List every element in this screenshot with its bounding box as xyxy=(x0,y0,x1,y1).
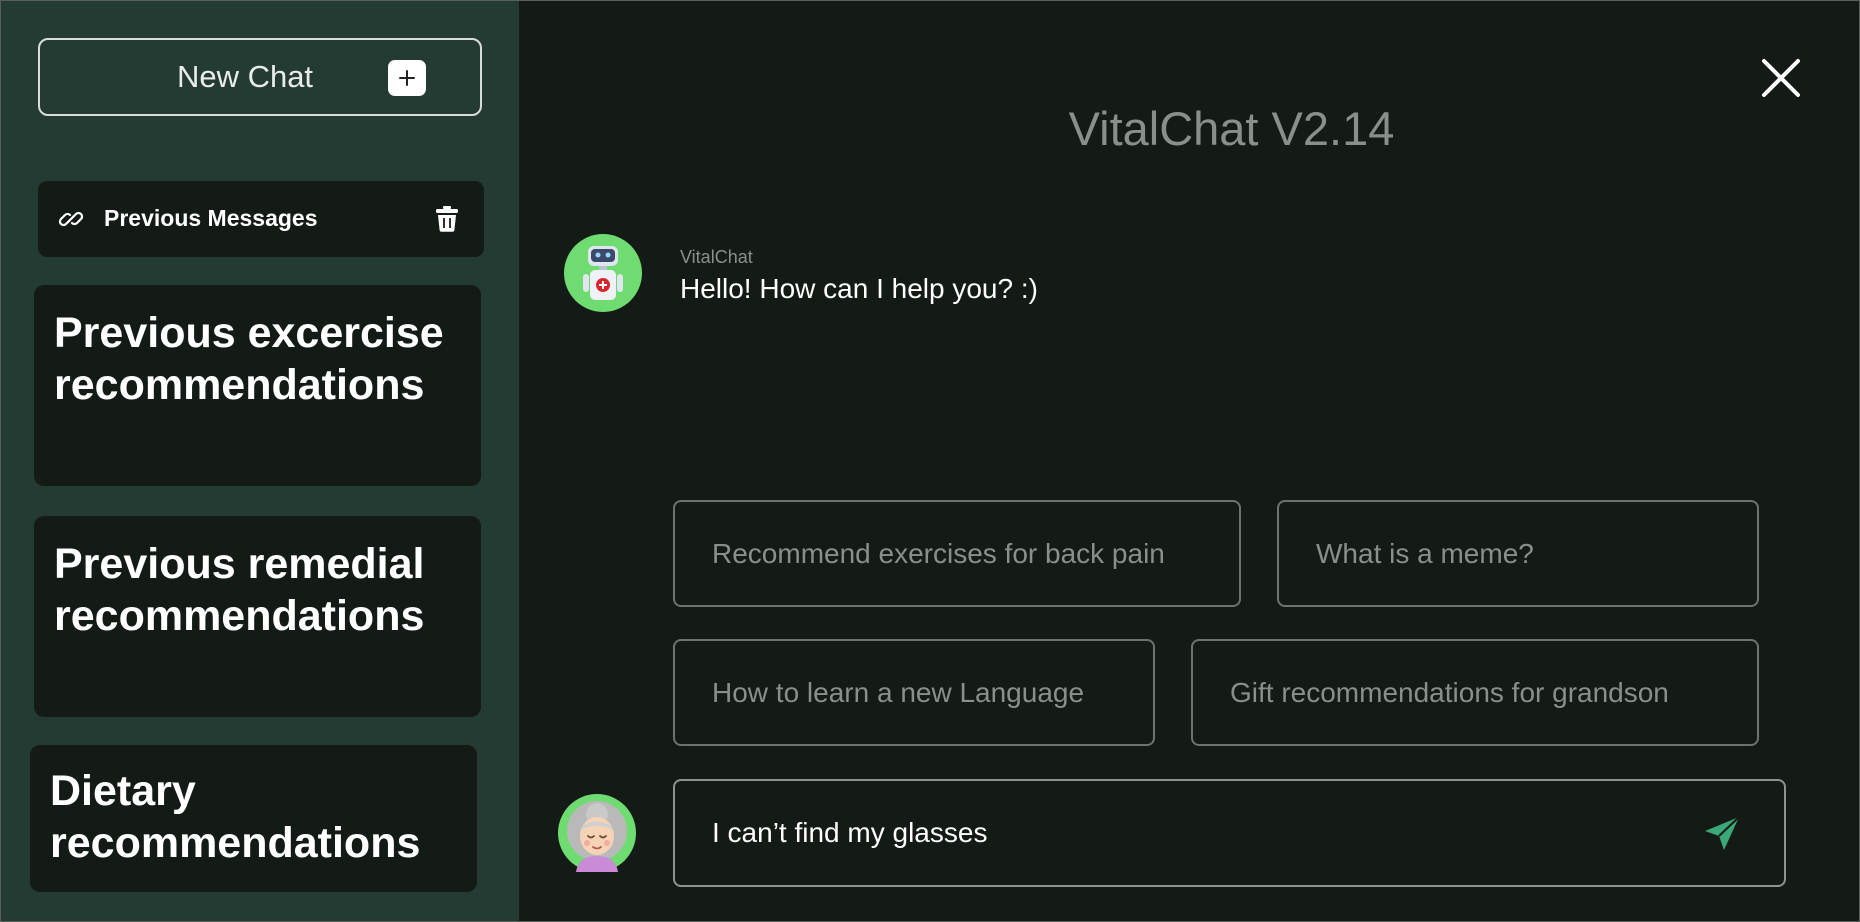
previous-messages-header: Previous Messages xyxy=(38,181,484,257)
user-avatar-icon xyxy=(558,794,636,872)
history-item-title: Previous remedial recommendations xyxy=(54,540,425,640)
suggestion-chip[interactable]: Recommend exercises for back pain xyxy=(673,500,1241,607)
history-item[interactable]: Dietary recommendations xyxy=(30,745,477,892)
suggestion-text: Gift recommendations for grandson xyxy=(1230,676,1669,708)
suggestion-chip[interactable]: Gift recommendations for grandson xyxy=(1191,639,1759,746)
trash-icon[interactable] xyxy=(434,205,460,233)
new-chat-label: New Chat xyxy=(176,59,314,94)
link-icon xyxy=(58,211,84,227)
suggestion-text: Recommend exercises for back pain xyxy=(712,537,1165,569)
history-item[interactable]: Previous excercise recommendations xyxy=(34,285,481,486)
previous-messages-label: Previous Messages xyxy=(104,205,318,231)
app-window: New Chat Previous Messages Previous exce… xyxy=(0,0,1860,922)
plus-icon xyxy=(388,60,426,96)
bot-message: Hello! How can I help you? :) xyxy=(680,273,1038,304)
page-title: VitalChat V2.14 xyxy=(1068,102,1395,155)
sidebar: New Chat Previous Messages Previous exce… xyxy=(1,1,519,921)
history-item-title: Dietary recommendations xyxy=(50,767,421,867)
robot-avatar-icon xyxy=(564,234,642,312)
bot-name: VitalChat xyxy=(680,247,753,267)
history-item[interactable]: Previous remedial recommendations xyxy=(34,516,481,717)
suggestion-chip[interactable]: What is a meme? xyxy=(1277,500,1759,607)
suggestion-text: What is a meme? xyxy=(1316,537,1534,569)
suggestion-chip[interactable]: How to learn a new Language xyxy=(673,639,1155,746)
suggestion-text: How to learn a new Language xyxy=(712,676,1085,708)
message-input[interactable] xyxy=(673,779,1786,887)
send-icon[interactable] xyxy=(1701,813,1743,855)
close-icon[interactable] xyxy=(1759,56,1803,100)
new-chat-button[interactable]: New Chat xyxy=(38,38,482,116)
history-item-title: Previous excercise recommendations xyxy=(54,309,444,409)
